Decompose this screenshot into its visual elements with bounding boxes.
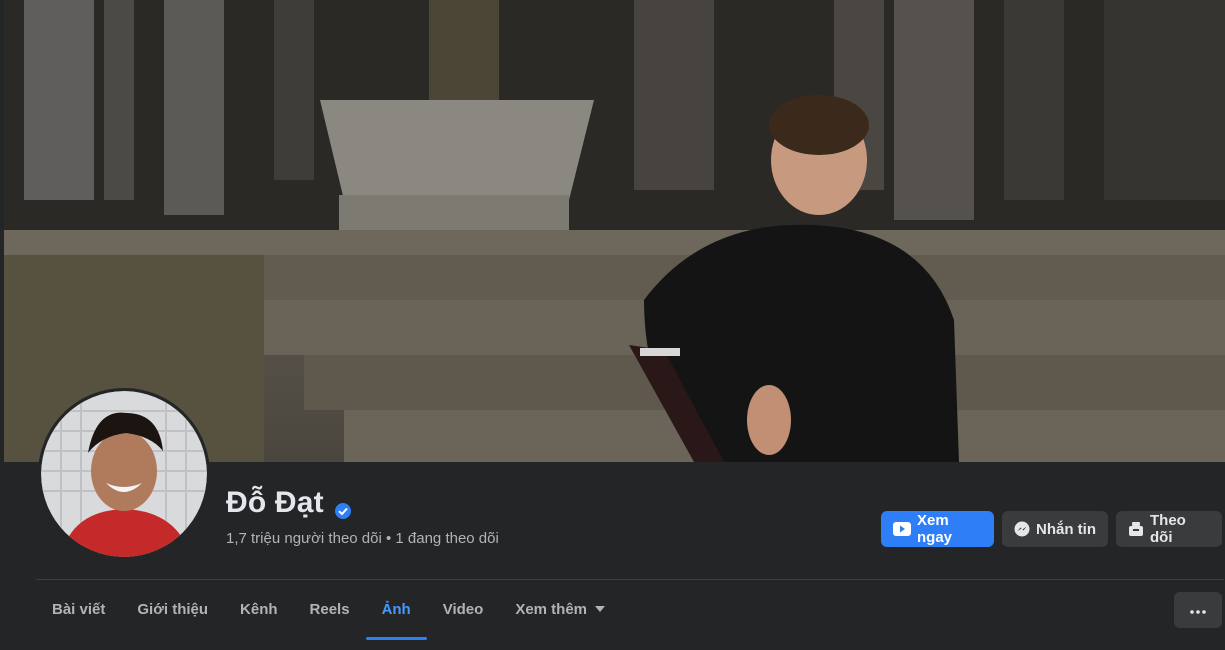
watch-now-button[interactable]: Xem ngay (881, 511, 994, 547)
tab-posts[interactable]: Bài viết (36, 581, 121, 638)
messenger-icon (1014, 521, 1030, 537)
follow-button[interactable]: Theo dõi (1116, 511, 1222, 547)
tab-about[interactable]: Giới thiệu (121, 581, 224, 638)
follower-stats[interactable]: 1,7 triệu người theo dõi • 1 đang theo d… (226, 530, 499, 547)
more-options-button[interactable] (1174, 592, 1222, 628)
play-icon (893, 522, 911, 536)
verified-badge-icon (334, 494, 352, 519)
profile-name-row: Đỗ Đạt (226, 486, 352, 520)
cover-photo[interactable] (4, 0, 1225, 462)
follow-icon (1128, 521, 1144, 537)
profile-name: Đỗ Đạt (226, 486, 324, 519)
tab-channel[interactable]: Kênh (224, 581, 294, 638)
caret-down-icon (595, 604, 606, 615)
tab-videos[interactable]: Video (427, 581, 500, 638)
header-divider (36, 579, 1224, 580)
message-button[interactable]: Nhắn tin (1002, 511, 1108, 547)
profile-avatar[interactable] (38, 388, 210, 560)
tab-photos[interactable]: Ảnh (365, 581, 427, 640)
tab-see-more[interactable]: Xem thêm (499, 581, 621, 638)
more-icon (1190, 601, 1206, 619)
tab-reels[interactable]: Reels (294, 581, 366, 638)
profile-tabs: Bài viết Giới thiệu Kênh Reels Ảnh Video… (36, 581, 621, 641)
